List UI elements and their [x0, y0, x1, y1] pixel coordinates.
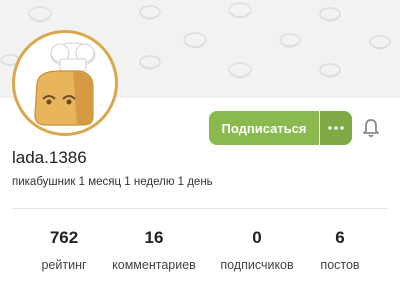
profile-stats: 762 рейтинг 16 комментариев 0 подписчико… [0, 228, 400, 278]
stat-posts[interactable]: 6 постов [308, 228, 372, 272]
stat-label: рейтинг [41, 258, 87, 272]
divider [12, 208, 388, 209]
account-tenure: пикабушник 1 месяц 1 неделю 1 день [12, 176, 213, 188]
stat-label: постов [320, 258, 360, 272]
stat-value: 0 [252, 228, 262, 247]
profile-actions: Подписаться [209, 111, 352, 145]
subscribe-button[interactable]: Подписаться [209, 111, 319, 145]
more-options-button[interactable] [320, 111, 352, 145]
stat-value: 16 [144, 228, 164, 247]
notifications-bell-button[interactable] [360, 117, 382, 139]
avatar[interactable] [12, 30, 118, 136]
more-dots-icon [328, 126, 344, 130]
stat-rating[interactable]: 762 рейтинг [30, 228, 98, 272]
stat-value: 762 [49, 228, 79, 247]
stat-comments[interactable]: 16 комментариев [100, 228, 208, 272]
bell-icon [363, 119, 379, 138]
stat-value: 6 [335, 228, 345, 247]
chef-bun-illustration [34, 42, 96, 126]
stat-subscribers[interactable]: 0 подписчиков [207, 228, 307, 272]
stat-label: комментариев [112, 258, 196, 272]
stat-label: подписчиков [220, 258, 294, 272]
username: lada.1386 [12, 148, 87, 167]
